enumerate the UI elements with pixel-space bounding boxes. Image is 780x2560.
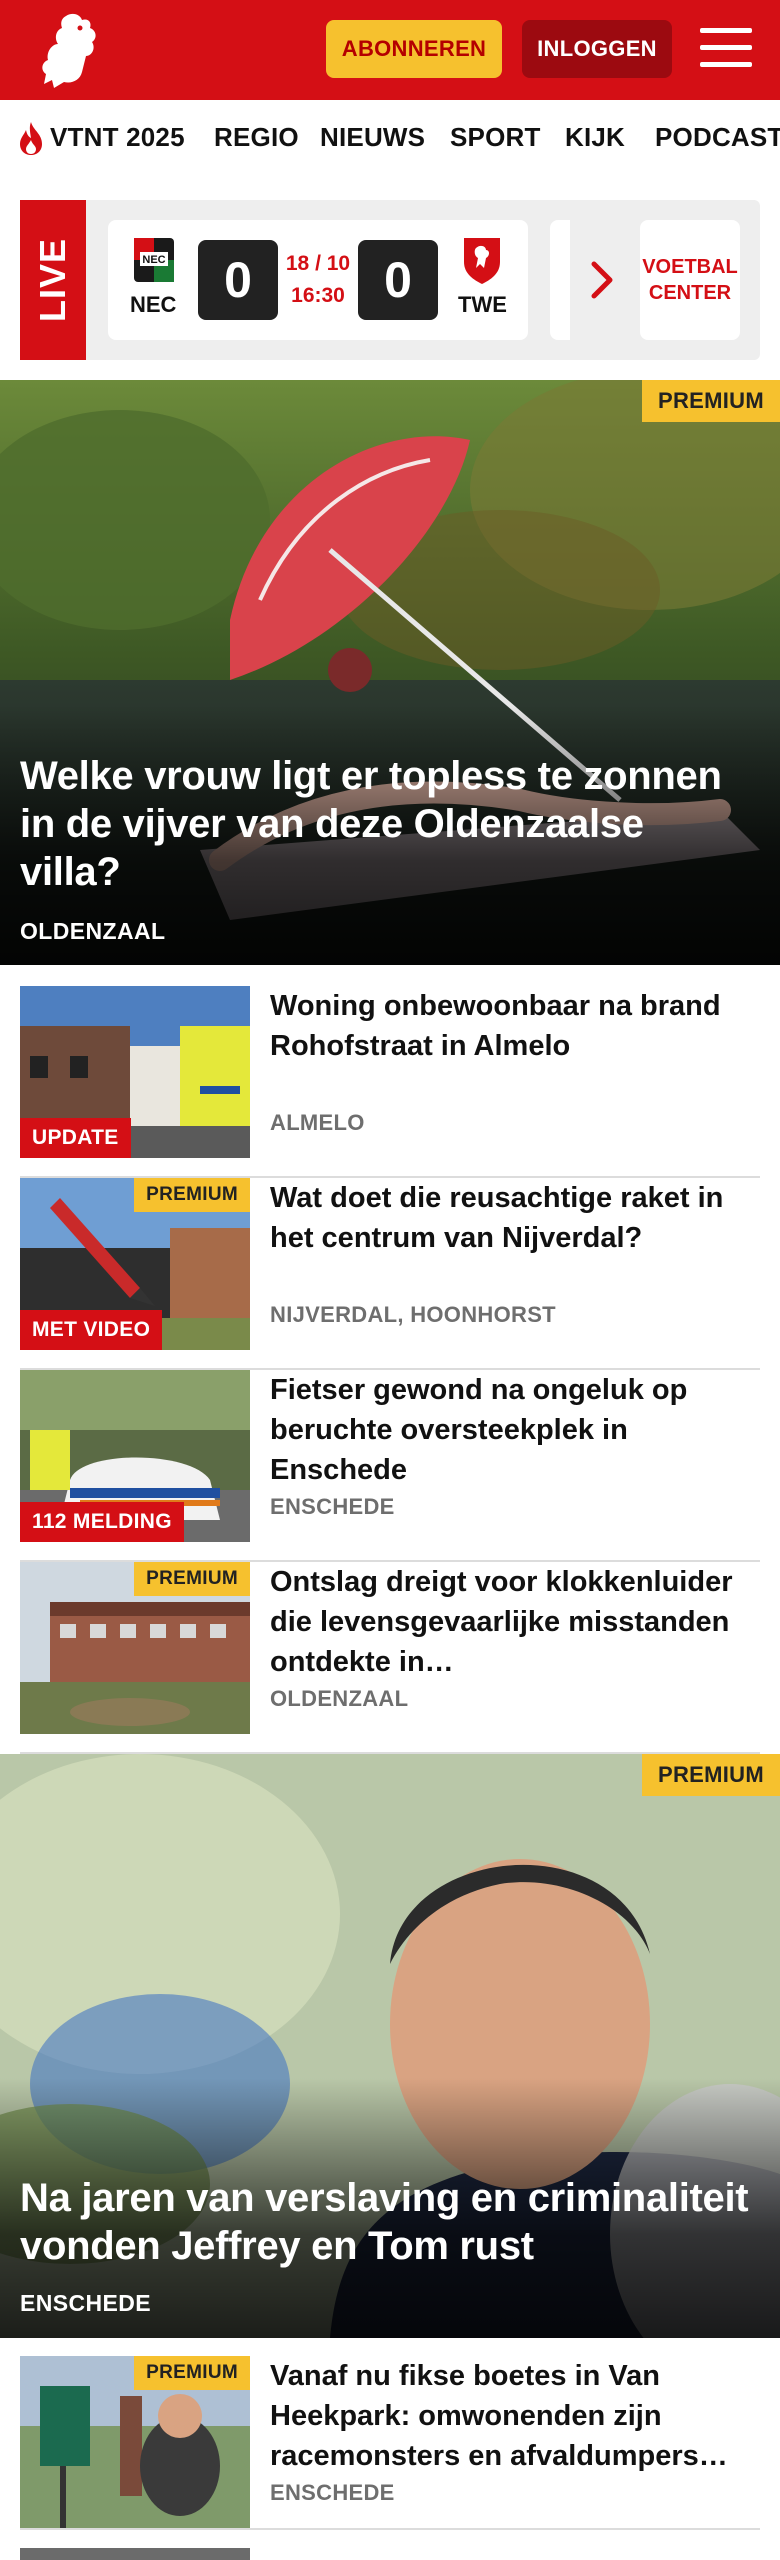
article-thumbnail: PREMIUM [20, 1562, 250, 1734]
premium-badge: PREMIUM [642, 380, 780, 422]
twente-badge-icon [464, 238, 500, 284]
nav-item-vtnt[interactable]: VTNT 2025 [50, 122, 185, 153]
chevron-right-icon[interactable] [590, 258, 616, 302]
next-thumbnail-partial [20, 2548, 250, 2560]
hero-title[interactable]: Welke vrouw ligt er topless te zonnen in… [20, 752, 750, 896]
premium-badge: PREMIUM [642, 1754, 780, 1796]
hero-article-2[interactable]: PREMIUM Na jaren van verslaving en crimi… [0, 1754, 780, 2338]
away-score: 0 [358, 240, 438, 320]
list-item[interactable]: PREMIUM Ontslag dreigt voor klokkenlui­d… [20, 1562, 760, 1754]
nav-item-regio[interactable]: REGIO [214, 122, 299, 153]
list-item[interactable]: 112 MELDING Fietser gewond na ongeluk op… [20, 1370, 760, 1562]
emergency-label: 112 MELDING [20, 1502, 184, 1542]
list-item[interactable]: UPDATE Woning onbewoonbaar na brand Roho… [20, 968, 760, 1178]
list-item[interactable]: PREMIUM Vanaf nu fikse boetes in Van Hee… [20, 2356, 760, 2530]
article-thumbnail: PREMIUM [20, 2356, 250, 2528]
subscribe-button[interactable]: ABONNEREN [326, 20, 502, 78]
hero-article-1[interactable]: PREMIUM Welke vrouw ligt er topless te z… [0, 380, 780, 965]
match-datetime: 18 / 10 16:30 [285, 252, 351, 307]
flame-icon [20, 122, 42, 155]
video-label: MET VIDEO [20, 1310, 163, 1350]
update-label: UPDATE [20, 1118, 131, 1158]
list-item[interactable]: PREMIUM MET VIDEO Wat doet die reusachti… [20, 1178, 760, 1370]
nec-badge-icon: NEC [134, 238, 174, 282]
article-thumbnail: 112 MELDING [20, 1370, 250, 1542]
menu-icon[interactable] [700, 24, 752, 72]
article-location: OLDENZAAL [270, 1686, 409, 1711]
article-title[interactable]: Wat doet die reusachtige raket in het ce… [270, 1178, 760, 1258]
away-team-name: TWE [458, 292, 507, 317]
premium-badge: PREMIUM [134, 1562, 250, 1596]
login-button[interactable]: INLOGGEN [522, 20, 672, 78]
nav-item-sport[interactable]: SPORT [450, 122, 541, 153]
live-tag: LIVE [20, 200, 86, 360]
nav-item-nieuws[interactable]: NIEUWS [320, 122, 425, 153]
hero-title[interactable]: Na jaren van verslaving en criminali­tei… [20, 2174, 750, 2270]
premium-badge: PREMIUM [134, 2356, 250, 2390]
next-match-card[interactable] [550, 220, 570, 340]
match-card[interactable]: NEC NEC 0 18 / 10 16:30 0 TWE [108, 220, 528, 340]
article-thumbnail: UPDATE [20, 986, 250, 1158]
nav-item-podcast[interactable]: PODCAST [655, 122, 780, 153]
football-center-link[interactable]: VOETBAL CENTER [640, 220, 740, 340]
premium-badge: PREMIUM [134, 1178, 250, 1212]
article-location: ENSCHEDE [270, 1494, 395, 1519]
top-header: ABONNEREN INLOGGEN [0, 0, 780, 100]
article-location: NIJVERDAL, HOONHORST [270, 1302, 556, 1327]
article-thumbnail: PREMIUM MET VIDEO [20, 1178, 250, 1350]
article-title[interactable]: Fietser gewond na ongeluk op beruchte ov… [270, 1370, 760, 1490]
article-location: ENSCHEDE [270, 2480, 395, 2505]
main-nav: VTNT 2025 REGIO NIEUWS SPORT KIJK PODCAS… [0, 100, 780, 178]
nav-item-kijk[interactable]: KIJK [565, 122, 625, 153]
horse-logo-icon[interactable] [36, 10, 106, 90]
article-location: ALMELO [270, 1110, 365, 1135]
article-title[interactable]: Ontslag dreigt voor klokkenlui­der die l… [270, 1562, 760, 1682]
home-score: 0 [198, 240, 278, 320]
live-scores-bar: LIVE NEC NEC 0 18 / 10 16:30 0 TWE VOETB… [20, 200, 760, 360]
hero-location: ENSCHEDE [20, 2290, 152, 2316]
article-title[interactable]: Woning onbewoonbaar na brand Rohofstraat… [270, 986, 760, 1066]
hero-location: OLDENZAAL [20, 918, 166, 944]
home-team-name: NEC [130, 292, 177, 317]
article-title[interactable]: Vanaf nu fikse boetes in Van Heekpark: o… [270, 2356, 760, 2476]
svg-text:NEC: NEC [142, 254, 165, 266]
